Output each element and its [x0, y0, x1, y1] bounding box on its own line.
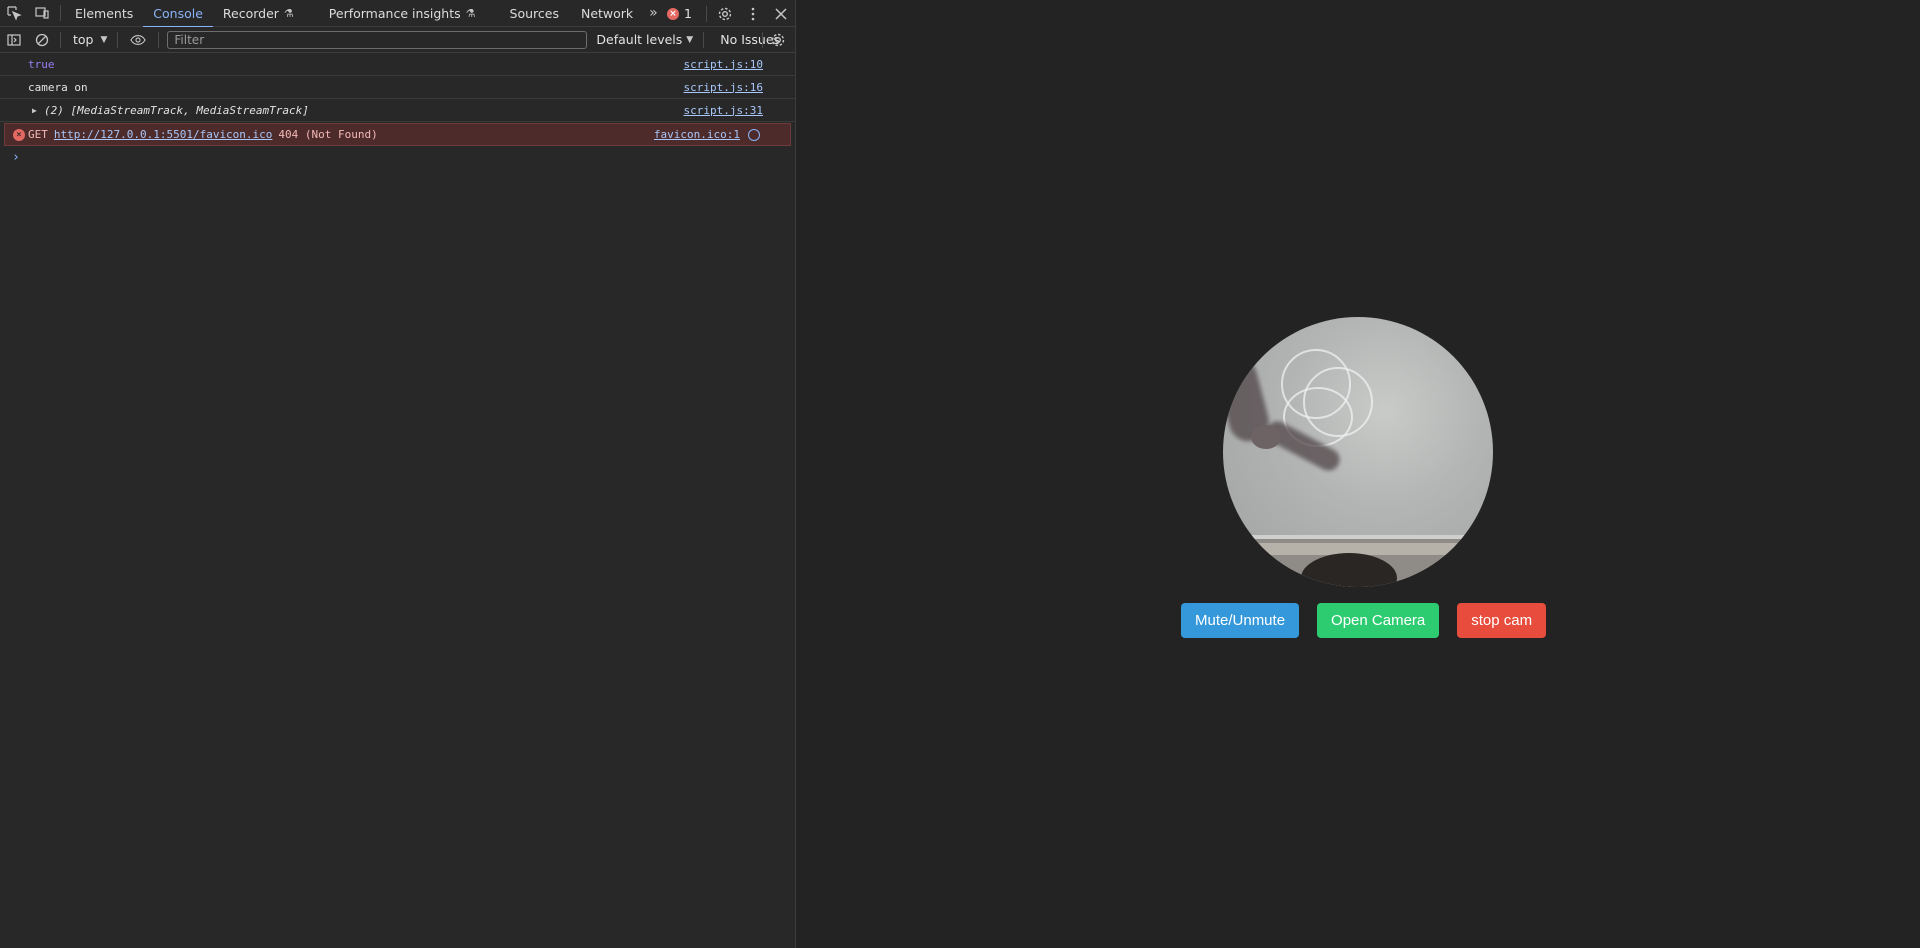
tabbar-separator: [60, 5, 61, 21]
tab-console[interactable]: Console: [143, 0, 213, 28]
toolbar-separator: [762, 32, 763, 48]
message-text: (2) [MediaStreamTrack, MediaStreamTrack]: [44, 103, 309, 117]
tabbar-right: × 1: [667, 0, 795, 27]
message-text: true: [28, 57, 55, 71]
console-toolbar: top ▼ Default levels ▼ No Issues: [0, 27, 795, 53]
chevron-down-icon: ▼: [100, 34, 108, 45]
flask-icon: ⚗: [465, 6, 476, 20]
toolbar-separator: [117, 31, 119, 48]
console-message: true script.js:10: [0, 53, 795, 76]
close-icon[interactable]: [767, 0, 795, 27]
console-message[interactable]: ▶ (2) [MediaStreamTrack, MediaStreamTrac…: [0, 99, 795, 122]
device-toolbar-icon[interactable]: [28, 0, 56, 27]
levels-label: Default levels: [596, 32, 683, 47]
tab-performance-insights[interactable]: Performance insights ⚗: [304, 0, 486, 27]
source-link[interactable]: script.js:10: [684, 58, 763, 71]
sidebar-icon[interactable]: [0, 26, 28, 53]
flask-icon: ⚗: [283, 6, 294, 20]
tabbar-separator: [706, 5, 707, 22]
message-text: camera on: [28, 80, 88, 94]
eye-icon[interactable]: [122, 26, 154, 53]
error-url-link[interactable]: http://127.0.0.1:5501/favicon.ico: [54, 128, 273, 141]
camera-video: [1223, 317, 1493, 587]
clear-icon[interactable]: [28, 26, 56, 53]
video-detail: [1251, 425, 1281, 449]
devtools-panel: Elements Console Recorder ⚗ Performance i…: [0, 0, 796, 948]
context-label: top: [73, 32, 94, 47]
source-link[interactable]: script.js:31: [684, 104, 763, 117]
chevron-down-icon: ▼: [686, 34, 694, 45]
tab-label: Console: [153, 5, 203, 21]
expand-triangle-icon[interactable]: ▶: [32, 106, 37, 115]
console-message: camera on script.js:16: [0, 76, 795, 99]
error-status: 404 (Not Found): [278, 128, 378, 141]
error-icon: ×: [667, 7, 680, 20]
devtools-tabbar: Elements Console Recorder ⚗ Performance i…: [0, 0, 795, 28]
prompt-chevron: ›: [12, 149, 20, 165]
tab-label: Elements: [75, 5, 134, 21]
console-prompt[interactable]: ›: [0, 146, 795, 168]
more-tabs-icon[interactable]: »: [643, 5, 664, 21]
error-icon: ×: [13, 128, 25, 141]
error-count: 1: [684, 6, 692, 21]
tab-label: Performance insights: [328, 5, 461, 21]
stop-cam-button[interactable]: stop cam: [1457, 603, 1547, 638]
tab-sources[interactable]: Sources: [486, 0, 569, 27]
console-output: true script.js:10 camera on script.js:16…: [0, 53, 795, 168]
toolbar-right: [758, 27, 789, 53]
error-counter[interactable]: × 1: [667, 6, 692, 21]
console-error-message: × GET http://127.0.0.1:5501/favicon.ico …: [4, 123, 791, 146]
tab-label: Sources: [509, 5, 559, 21]
network-icon[interactable]: [748, 128, 760, 141]
inspect-icon[interactable]: [0, 0, 28, 27]
console-settings-icon[interactable]: [767, 27, 789, 54]
tab-label: Recorder: [222, 5, 279, 21]
open-camera-button[interactable]: Open Camera: [1317, 603, 1440, 638]
tab-elements[interactable]: Elements: [65, 0, 143, 27]
source-link[interactable]: favicon.ico:1: [654, 128, 740, 141]
tab-recorder[interactable]: Recorder ⚗: [213, 0, 304, 27]
log-levels-dropdown[interactable]: Default levels ▼: [596, 32, 693, 47]
filter-input[interactable]: [167, 30, 588, 49]
tab-label: Network: [580, 5, 634, 21]
source-link[interactable]: script.js:16: [684, 81, 763, 94]
settings-icon[interactable]: [711, 0, 739, 27]
toolbar-separator: [703, 31, 705, 48]
toolbar-separator: [158, 31, 160, 48]
tab-network[interactable]: Network: [569, 0, 643, 27]
toolbar-separator: [60, 31, 61, 48]
error-method: GET: [28, 128, 48, 141]
kebab-menu-icon[interactable]: [739, 0, 767, 27]
mute-unmute-button[interactable]: Mute/Unmute: [1181, 603, 1300, 638]
context-selector[interactable]: top ▼: [65, 32, 113, 47]
camera-controls: Mute/Unmute Open Camera stop cam: [1181, 603, 1547, 638]
web-page: Mute/Unmute Open Camera stop cam: [797, 0, 1920, 948]
